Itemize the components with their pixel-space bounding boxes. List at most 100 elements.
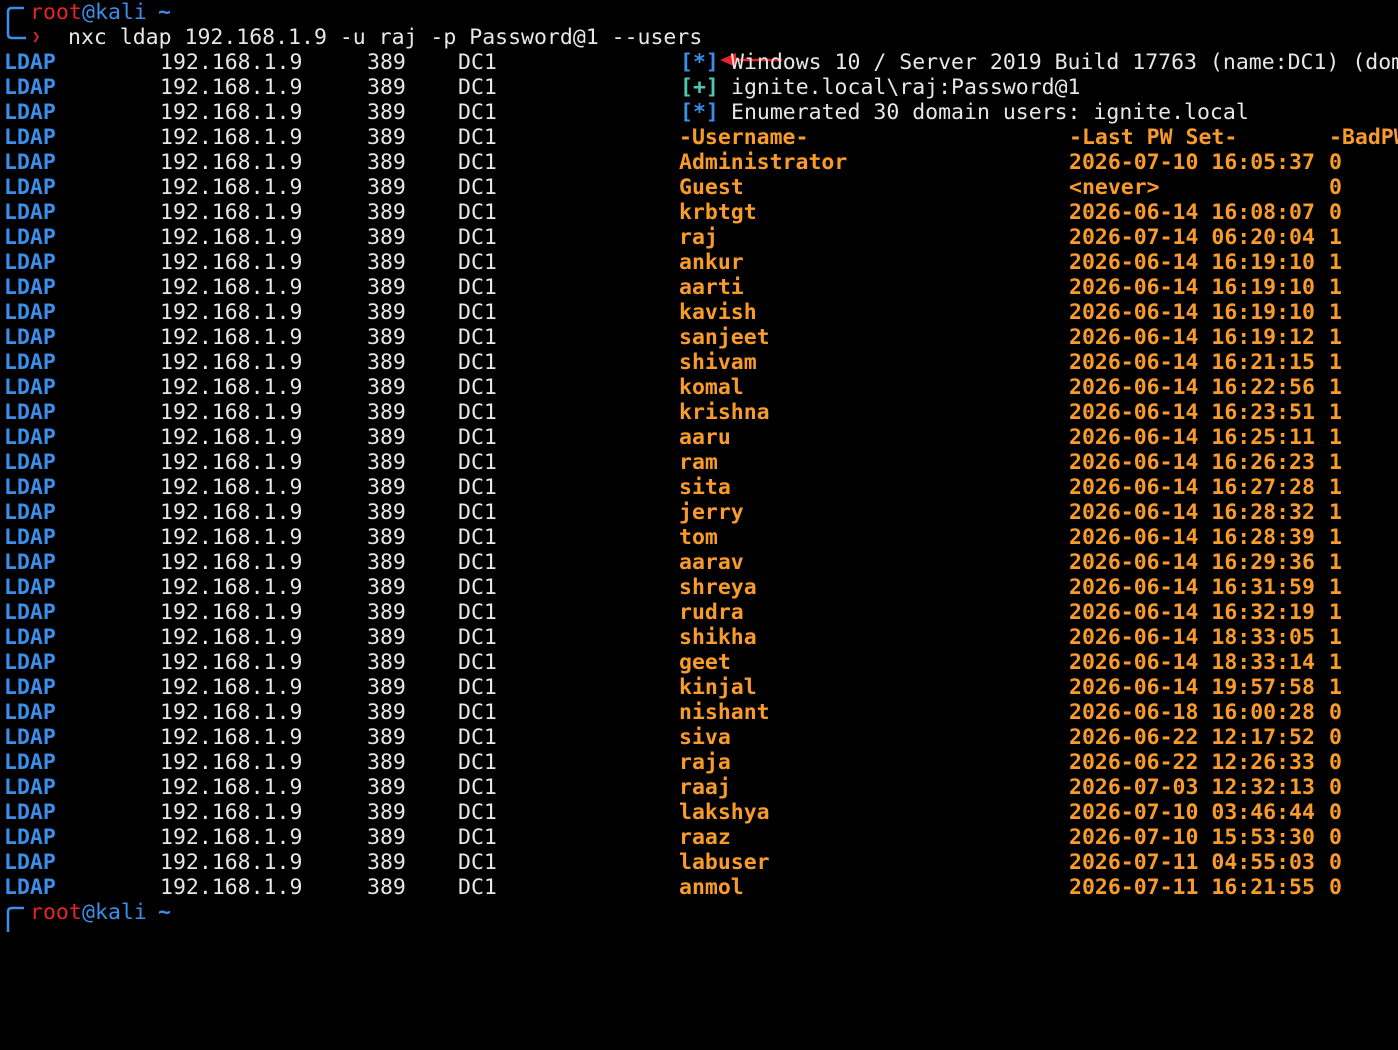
hostname: DC1: [458, 525, 497, 550]
ip-address: 192.168.1.9: [160, 650, 303, 675]
hostname: DC1: [458, 550, 497, 575]
hostname: DC1: [458, 475, 497, 500]
hostname: DC1: [458, 825, 497, 850]
protocol-label: LDAP: [4, 775, 56, 800]
port-number: 389: [367, 150, 406, 175]
hostname: DC1: [458, 400, 497, 425]
badpw-count-cell: 1: [1329, 400, 1342, 425]
ip-address: 192.168.1.9: [160, 725, 303, 750]
hostname: DC1: [458, 50, 497, 75]
port-number: 389: [367, 550, 406, 575]
protocol-label: LDAP: [4, 700, 56, 725]
ip-address: 192.168.1.9: [160, 750, 303, 775]
ip-address: 192.168.1.9: [160, 175, 303, 200]
badpw-count-cell: 0: [1329, 875, 1342, 900]
ip-address: 192.168.1.9: [160, 525, 303, 550]
port-number: 389: [367, 350, 406, 375]
port-number: 389: [367, 125, 406, 150]
ip-address: 192.168.1.9: [160, 550, 303, 575]
port-number: 389: [367, 475, 406, 500]
column-header-username: -Username-: [679, 125, 809, 150]
prompt-cwd: ~: [158, 900, 171, 925]
terminal-window[interactable]: { "colors": { "background": "#000000", "…: [0, 0, 1398, 932]
ip-address: 192.168.1.9: [160, 450, 303, 475]
username-cell: raaz: [679, 825, 731, 850]
protocol-label: LDAP: [4, 650, 56, 675]
hostname: DC1: [458, 325, 497, 350]
protocol-label: LDAP: [4, 875, 56, 900]
hostname: DC1: [458, 250, 497, 275]
protocol-label: LDAP: [4, 600, 56, 625]
last-pw-set-cell: 2026-06-14 16:31:59: [1069, 575, 1315, 600]
badpw-count-cell: 0: [1329, 750, 1342, 775]
hostname: DC1: [458, 200, 497, 225]
badpw-count-cell: 1: [1329, 425, 1342, 450]
username-cell: aarav: [679, 550, 744, 575]
port-number: 389: [367, 675, 406, 700]
hostname: DC1: [458, 225, 497, 250]
hostname: DC1: [458, 150, 497, 175]
ip-address: 192.168.1.9: [160, 250, 303, 275]
hostname: DC1: [458, 500, 497, 525]
ip-address: 192.168.1.9: [160, 400, 303, 425]
ip-address: 192.168.1.9: [160, 600, 303, 625]
protocol-label: LDAP: [4, 475, 56, 500]
port-number: 389: [367, 200, 406, 225]
username-cell: geet: [679, 650, 731, 675]
port-number: 389: [367, 625, 406, 650]
port-number: 389: [367, 650, 406, 675]
badpw-count-cell: 1: [1329, 675, 1342, 700]
username-cell: krbtgt: [679, 200, 757, 225]
ip-address: 192.168.1.9: [160, 225, 303, 250]
command-text[interactable]: nxc ldap 192.168.1.9 -u raj -p Password@…: [68, 25, 702, 50]
ip-address: 192.168.1.9: [160, 375, 303, 400]
last-pw-set-cell: 2026-06-22 12:17:52: [1069, 725, 1315, 750]
username-cell: tom: [679, 525, 718, 550]
username-cell: kinjal: [679, 675, 757, 700]
last-pw-set-cell: 2026-06-14 16:21:15: [1069, 350, 1315, 375]
port-number: 389: [367, 725, 406, 750]
badpw-count-cell: 0: [1329, 775, 1342, 800]
username-cell: aaru: [679, 425, 731, 450]
port-number: 389: [367, 825, 406, 850]
last-pw-set-cell: 2026-06-14 16:08:07: [1069, 200, 1315, 225]
username-cell: kavish: [679, 300, 757, 325]
prompt-line: root @ kali ~: [0, 0, 171, 40]
port-number: 389: [367, 75, 406, 100]
hostname: DC1: [458, 375, 497, 400]
username-cell: anmol: [679, 875, 744, 900]
hostname: DC1: [458, 675, 497, 700]
port-number: 389: [367, 525, 406, 550]
protocol-label: LDAP: [4, 625, 56, 650]
username-cell: ankur: [679, 250, 744, 275]
hostname: DC1: [458, 775, 497, 800]
username-cell: sanjeet: [679, 325, 770, 350]
ip-address: 192.168.1.9: [160, 700, 303, 725]
badpw-count-cell: 0: [1329, 825, 1342, 850]
ip-address: 192.168.1.9: [160, 75, 303, 100]
hostname: DC1: [458, 575, 497, 600]
protocol-label: LDAP: [4, 300, 56, 325]
prompt-user: root: [30, 900, 82, 925]
protocol-label: LDAP: [4, 175, 56, 200]
badpw-count-cell: 1: [1329, 525, 1342, 550]
hostname: DC1: [458, 350, 497, 375]
last-pw-set-cell: 2026-06-14 16:26:23: [1069, 450, 1315, 475]
ip-address: 192.168.1.9: [160, 200, 303, 225]
username-cell: raj: [679, 225, 718, 250]
command-line[interactable]: ❯ nxc ldap 192.168.1.9 -u raj -p Passwor…: [0, 25, 782, 67]
ip-address: 192.168.1.9: [160, 575, 303, 600]
port-number: 389: [367, 700, 406, 725]
port-number: 389: [367, 375, 406, 400]
hostname: DC1: [458, 100, 497, 125]
last-pw-set-cell: 2026-07-11 16:21:55: [1069, 875, 1315, 900]
protocol-label: LDAP: [4, 100, 56, 125]
hostname: DC1: [458, 750, 497, 775]
protocol-label: LDAP: [4, 375, 56, 400]
port-number: 389: [367, 600, 406, 625]
port-number: 389: [367, 100, 406, 125]
port-number: 389: [367, 800, 406, 825]
username-cell: shivam: [679, 350, 757, 375]
badpw-count-cell: 1: [1329, 375, 1342, 400]
last-pw-set-cell: 2026-06-14 16:22:56: [1069, 375, 1315, 400]
